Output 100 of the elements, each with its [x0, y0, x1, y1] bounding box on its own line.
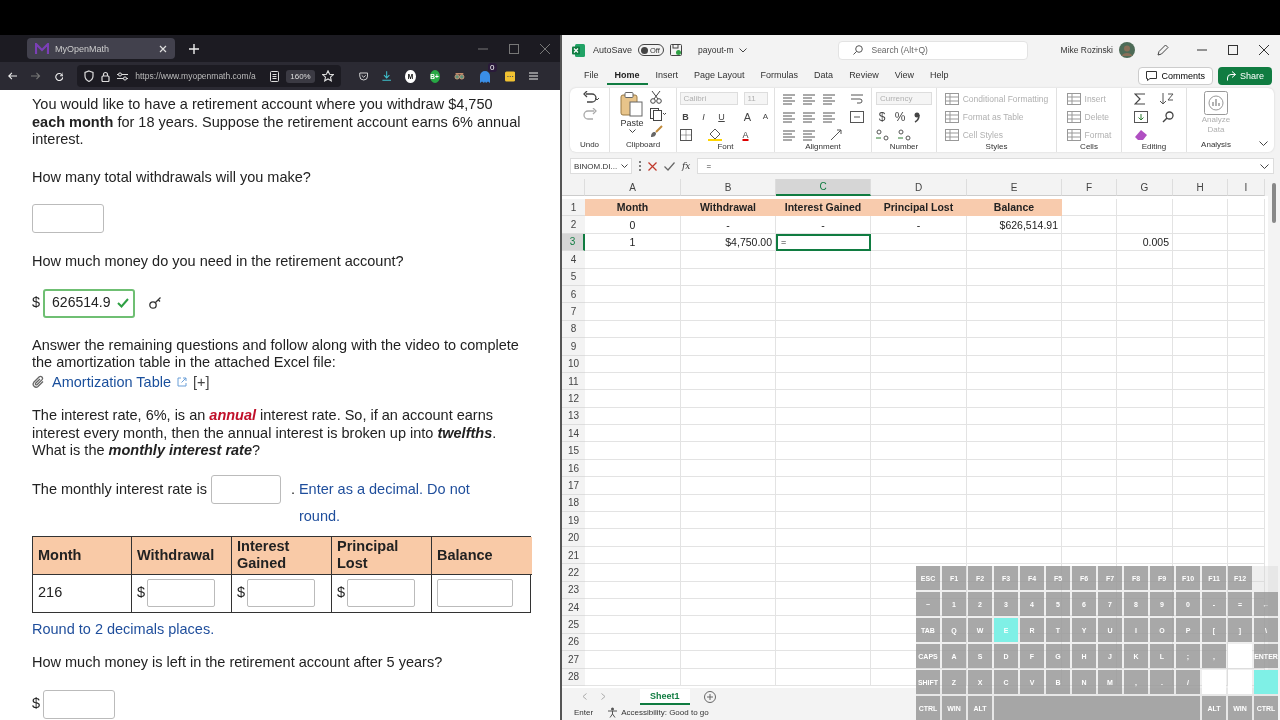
column-header[interactable]: D	[871, 179, 967, 196]
cell[interactable]	[681, 512, 776, 530]
cancel-icon[interactable]	[648, 161, 657, 171]
header-cell[interactable]: Month	[585, 199, 681, 217]
cell[interactable]	[1062, 494, 1117, 513]
cell[interactable]	[776, 581, 871, 599]
cell[interactable]	[776, 651, 871, 669]
cell[interactable]	[681, 268, 776, 286]
cell[interactable]	[585, 529, 681, 547]
back-icon[interactable]	[8, 71, 18, 81]
row-header[interactable]: 12	[562, 390, 585, 408]
maximize-icon[interactable]	[1228, 45, 1238, 55]
ghost-icon[interactable]	[478, 69, 491, 83]
cell[interactable]	[1228, 546, 1265, 565]
cell[interactable]	[871, 390, 967, 408]
keyboard-key[interactable]	[1254, 670, 1278, 694]
enter-icon[interactable]	[664, 161, 675, 171]
cell[interactable]	[871, 355, 967, 373]
chevron-down-icon[interactable]	[1259, 141, 1268, 146]
cell[interactable]	[967, 494, 1062, 513]
align-middle-icon[interactable]	[802, 92, 816, 105]
cell[interactable]	[776, 425, 871, 443]
star-icon[interactable]	[321, 70, 334, 82]
cell[interactable]	[967, 459, 1062, 478]
row-header[interactable]: 27	[562, 651, 585, 669]
sum-icon[interactable]	[1134, 92, 1146, 105]
cell[interactable]	[1228, 320, 1265, 339]
cell[interactable]	[871, 407, 967, 426]
cell[interactable]	[967, 512, 1062, 530]
answer-field[interactable]	[210, 474, 281, 504]
cell[interactable]	[776, 320, 871, 339]
cell[interactable]	[776, 285, 871, 304]
cell[interactable]	[585, 581, 681, 599]
row-header[interactable]: 17	[562, 477, 585, 495]
cell[interactable]: -	[871, 216, 967, 234]
cell[interactable]	[585, 355, 681, 373]
cell[interactable]	[1117, 442, 1173, 460]
search-field[interactable]: Search (Alt+Q)	[838, 40, 1029, 60]
cell[interactable]	[1117, 268, 1173, 286]
close-icon[interactable]	[1259, 45, 1269, 55]
sort-icon[interactable]	[1160, 92, 1174, 105]
cell[interactable]	[967, 477, 1062, 495]
file-name-button[interactable]: payout-m	[698, 45, 734, 55]
cell[interactable]	[1173, 546, 1228, 565]
cell[interactable]	[967, 233, 1062, 252]
cell[interactable]	[1062, 216, 1117, 234]
cell[interactable]	[1228, 233, 1265, 252]
note-icon[interactable]	[504, 69, 515, 83]
cell[interactable]	[776, 303, 871, 321]
cell[interactable]	[776, 546, 871, 565]
reload-icon[interactable]	[54, 70, 64, 82]
keyboard-key[interactable]	[1228, 670, 1252, 694]
cell[interactable]	[1228, 529, 1265, 547]
row-header[interactable]: 7	[562, 303, 585, 321]
cell[interactable]	[1062, 529, 1117, 547]
cell[interactable]	[1228, 199, 1265, 217]
cell[interactable]	[681, 251, 776, 269]
cell[interactable]	[776, 599, 871, 617]
cell[interactable]	[967, 390, 1062, 408]
cell[interactable]: $4,750.00	[681, 233, 776, 252]
cell[interactable]	[1173, 355, 1228, 373]
cell[interactable]: -	[681, 216, 776, 234]
cell[interactable]	[585, 459, 681, 478]
cell[interactable]	[967, 442, 1062, 460]
cell[interactable]	[967, 355, 1062, 373]
pen-icon[interactable]	[1157, 44, 1169, 56]
cell[interactable]	[1117, 285, 1173, 304]
cell[interactable]	[681, 372, 776, 391]
row-header[interactable]: 9	[562, 338, 585, 356]
cell[interactable]	[871, 477, 967, 495]
header-cell[interactable]: Balance	[967, 199, 1062, 217]
cell[interactable]	[1228, 268, 1265, 286]
cell[interactable]: -	[776, 216, 871, 234]
cell[interactable]	[1062, 285, 1117, 304]
align-left-icon[interactable]	[782, 110, 796, 123]
align-bottom-icon[interactable]	[822, 92, 836, 105]
search-icon[interactable]	[1162, 110, 1174, 123]
scissors-icon[interactable]	[650, 91, 662, 104]
orientation-icon[interactable]	[830, 128, 844, 141]
cell[interactable]	[1062, 407, 1117, 426]
cell[interactable]	[1173, 390, 1228, 408]
cell[interactable]	[967, 338, 1062, 356]
cell[interactable]	[1062, 477, 1117, 495]
header-cell[interactable]: Principal Lost	[871, 199, 967, 217]
key-icon[interactable]	[148, 296, 163, 310]
cell[interactable]	[1173, 529, 1228, 547]
ribbon-tab[interactable]: View	[886, 70, 922, 85]
name-box[interactable]: BINOM.DI...	[570, 158, 632, 174]
cell[interactable]	[1117, 459, 1173, 478]
cell[interactable]	[1228, 390, 1265, 408]
comments-button[interactable]: Comments	[1138, 67, 1213, 85]
cell[interactable]	[1173, 233, 1228, 252]
cell[interactable]	[776, 529, 871, 547]
cell[interactable]	[1062, 512, 1117, 530]
cell[interactable]	[681, 599, 776, 617]
insert-function-button[interactable]: fx	[682, 161, 691, 171]
column-header[interactable]: C	[776, 179, 871, 196]
cell[interactable]	[776, 355, 871, 373]
cell[interactable]	[1228, 512, 1265, 530]
browser-tab[interactable]: MyOpenMath	[27, 38, 175, 59]
